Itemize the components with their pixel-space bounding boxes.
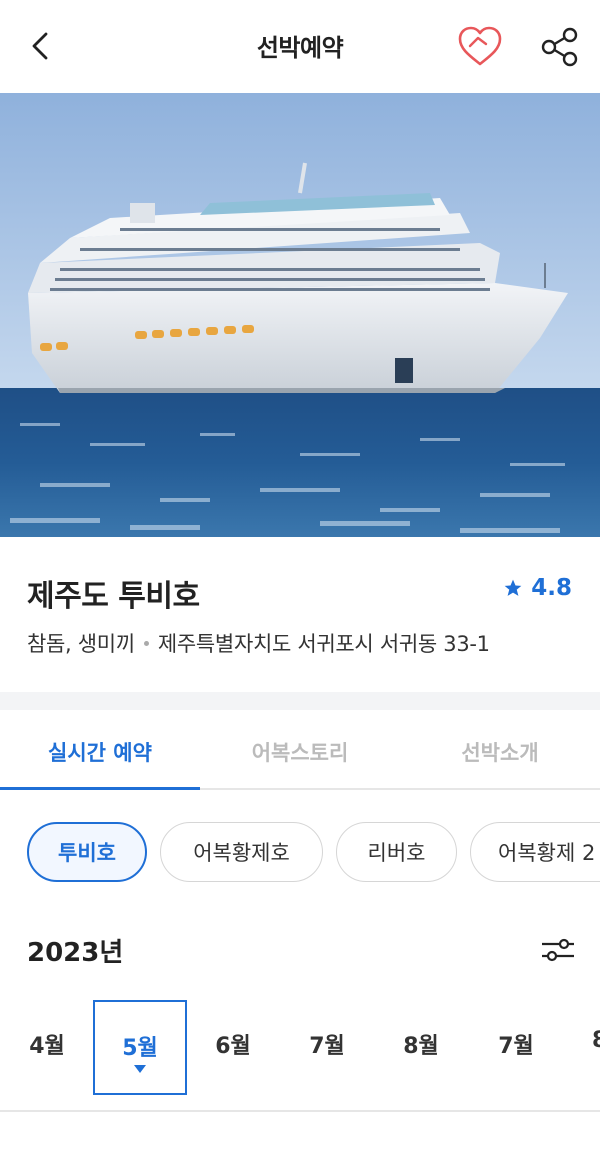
boat-chip[interactable]: 어복황제호 — [160, 822, 323, 882]
rating: 4.8 — [503, 575, 572, 601]
month-label: 7월 — [309, 1034, 345, 1059]
month-item[interactable]: 7월 — [469, 1000, 563, 1095]
boat-selector: 투비호 어복황제호 리버호 어복황제 2 — [0, 822, 600, 884]
calendar-year: 2023년 — [27, 938, 124, 968]
share-button[interactable] — [538, 24, 582, 70]
month-selector: 4월 5월 6월 7월 8월 7월 8 — [0, 1000, 600, 1095]
boat-chip[interactable]: 투비호 — [27, 822, 147, 882]
sliders-icon — [542, 938, 574, 962]
boat-chip[interactable]: 리버호 — [336, 822, 457, 882]
month-label: 8월 — [403, 1034, 439, 1059]
tab-ship-intro[interactable]: 선박소개 — [400, 710, 600, 788]
month-label: 7월 — [498, 1034, 534, 1059]
month-label: 4월 — [29, 1034, 65, 1059]
favorite-button[interactable] — [456, 24, 504, 70]
tab-realtime-booking[interactable]: 실시간 예약 — [0, 710, 200, 790]
month-item[interactable]: 8 — [560, 1000, 600, 1095]
ship-photo — [0, 93, 600, 537]
section-divider — [0, 692, 600, 710]
share-icon — [541, 27, 578, 67]
app-header: 선박예약 — [0, 0, 600, 93]
tab-bar: 실시간 예약 어복스토리 선박소개 — [0, 710, 600, 790]
month-item[interactable]: 4월 — [0, 1000, 94, 1095]
fishing-category: 참돔, 생미끼 — [27, 632, 135, 656]
heart-icon — [458, 26, 502, 66]
boat-chip[interactable]: 어복황제 2 — [470, 822, 600, 882]
month-label: 5월 — [122, 1036, 158, 1061]
ship-meta: 참돔, 생미끼 제주특별자치도 서귀포시 서귀동 33-1 — [27, 628, 490, 658]
separator-dot — [143, 640, 149, 646]
month-item[interactable]: 7월 — [280, 1000, 374, 1095]
ship-name: 제주도 투비호 — [27, 579, 200, 614]
filter-button[interactable] — [538, 930, 578, 970]
month-label: 8 — [592, 1028, 600, 1053]
month-item[interactable]: 8월 — [374, 1000, 468, 1095]
caret-down-icon — [134, 1065, 146, 1073]
month-item[interactable]: 6월 — [186, 1000, 280, 1095]
tab-fishing-story[interactable]: 어복스토리 — [200, 710, 400, 788]
ship-info: 제주도 투비호 4.8 참돔, 생미끼 제주특별자치도 서귀포시 서귀동 33-… — [0, 537, 600, 692]
month-item[interactable]: 5월 — [93, 1000, 187, 1095]
rating-value: 4.8 — [531, 575, 572, 601]
month-label: 6월 — [215, 1034, 251, 1059]
star-icon — [504, 579, 522, 596]
ship-address: 제주특별자치도 서귀포시 서귀동 33-1 — [157, 632, 490, 656]
page-title: 선박예약 — [256, 34, 344, 62]
divider — [0, 1110, 600, 1112]
